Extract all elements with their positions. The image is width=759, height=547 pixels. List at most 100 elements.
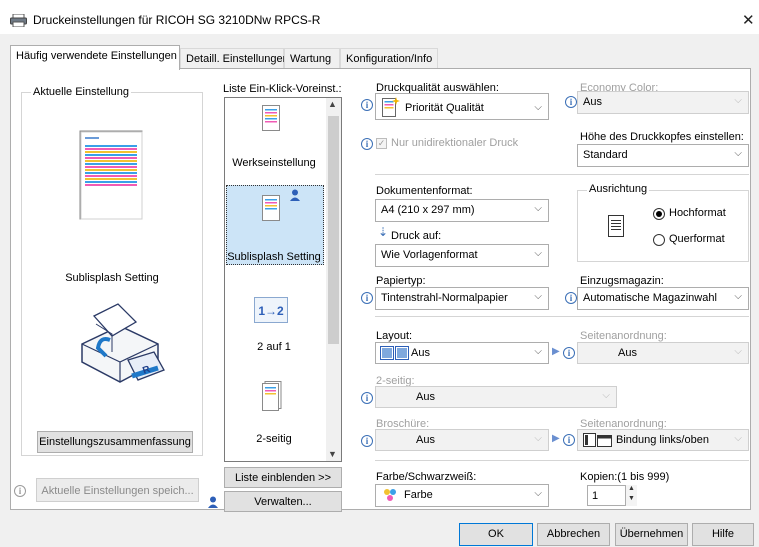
separator: [375, 460, 749, 461]
close-icon[interactable]: ✕: [742, 11, 755, 29]
printer-illustration-icon: R: [81, 303, 165, 383]
list-item-sublisplash[interactable]: Sublisplash Setting: [224, 251, 324, 263]
oneclick-list-label: Liste Ein-Klick-Voreinst.:: [223, 83, 342, 95]
chevron-down-icon: ⌵: [602, 390, 610, 401]
scroll-down-icon[interactable]: ▼: [328, 449, 337, 459]
duplex-select[interactable]: Aus ⌵: [375, 386, 617, 408]
chevron-down-icon: ⌵: [734, 433, 742, 444]
duplex-value: Aus: [416, 391, 435, 403]
tab-wartung[interactable]: Wartung: [284, 48, 340, 69]
save-settings-button[interactable]: Aktuelle Einstellungen speich...: [36, 478, 199, 502]
chevron-down-icon: ⌵: [534, 291, 542, 302]
separator: [375, 174, 749, 175]
werkseinstellung-icon: [262, 105, 280, 131]
doc-format-value: A4 (210 x 297 mm): [381, 204, 475, 216]
info-icon[interactable]: i: [563, 434, 575, 446]
info-icon[interactable]: i: [563, 347, 575, 359]
current-setting-legend: Aktuelle Einstellung: [31, 86, 132, 98]
head-height-value: Standard: [583, 149, 628, 161]
unidirectional-label: Nur unidirektionaler Druck: [391, 137, 519, 149]
summary-button[interactable]: Einstellungszusammenfassung: [37, 431, 193, 453]
color-drops-icon: [384, 489, 396, 501]
print-on-select[interactable]: Wie Vorlagenformat ⌵: [375, 244, 549, 267]
color-label: Farbe/Schwarzweiß:: [376, 471, 477, 483]
info-icon[interactable]: i: [361, 392, 373, 404]
window-title: Druckeinstellungen für RICOH SG 3210DNw …: [33, 13, 321, 27]
arrow-down-icon: ⇣: [378, 225, 389, 239]
ok-button[interactable]: OK: [459, 523, 533, 546]
copies-spin-buttons: ▲ ▼: [625, 485, 637, 506]
chevron-down-icon: ⌵: [534, 488, 542, 499]
layout-select[interactable]: Aus ⌵: [375, 342, 549, 364]
portrait-page-icon: [608, 215, 624, 237]
doc-format-label: Dokumentenformat:: [376, 185, 473, 197]
cancel-button[interactable]: Abbrechen: [537, 523, 610, 546]
printer-icon: [10, 14, 27, 27]
info-icon[interactable]: i: [361, 292, 373, 304]
manage-button[interactable]: Verwalten...: [224, 491, 342, 512]
separator: [375, 316, 749, 317]
info-icon[interactable]: i: [361, 99, 373, 111]
copies-label: Kopien:(1 bis 999): [580, 471, 670, 483]
tray-select[interactable]: Automatische Magazinwahl ⌵: [577, 287, 749, 310]
paper-type-select[interactable]: Tintenstrahl-Normalpapier ⌵: [375, 287, 549, 310]
play-icon: ▶: [552, 433, 560, 444]
info-icon[interactable]: i: [361, 138, 373, 150]
chevron-down-icon: ⌵: [534, 248, 542, 259]
head-height-label: Höhe des Druckkopfes einstellen:: [580, 131, 744, 143]
layout-value: Aus: [411, 347, 430, 359]
unidirectional-checkbox[interactable]: ✓: [376, 138, 387, 149]
show-list-button[interactable]: Liste einblenden >>: [224, 467, 342, 488]
list-item-werkseinstellung[interactable]: Werkseinstellung: [224, 157, 324, 169]
chevron-down-icon: ⌵: [534, 203, 542, 214]
portrait-radio[interactable]: [653, 208, 665, 220]
booklet-select[interactable]: Aus ⌵: [375, 429, 549, 451]
doc-format-select[interactable]: A4 (210 x 297 mm) ⌵: [375, 199, 549, 222]
color-select[interactable]: Farbe ⌵: [375, 484, 549, 507]
orientation-legend: Ausrichtung: [587, 183, 650, 195]
binding-icon: [583, 433, 612, 447]
current-preset-name: Sublisplash Setting: [65, 272, 159, 284]
economy-select[interactable]: Aus ⌵: [577, 91, 749, 114]
oneclick-listbox[interactable]: [224, 97, 342, 462]
layout-label: Layout:: [376, 330, 413, 342]
print-on-value: Wie Vorlagenformat: [381, 249, 478, 261]
spin-down-icon[interactable]: ▼: [628, 495, 635, 502]
apply-button[interactable]: Übernehmen: [615, 523, 688, 546]
paper-type-label: Papiertyp:: [376, 275, 426, 287]
info-icon[interactable]: i: [565, 96, 577, 108]
info-icon[interactable]: i: [361, 435, 373, 447]
scroll-up-icon[interactable]: ▲: [328, 99, 337, 109]
chevron-down-icon: ⌵: [534, 433, 542, 444]
info-icon: i: [14, 485, 26, 497]
document-preview-icon: [79, 130, 143, 220]
booklet-value: Aus: [416, 434, 435, 446]
chevron-down-icon: ⌵: [534, 102, 542, 113]
duplex-icon: [262, 381, 282, 411]
two-in-one-icon: 1→2: [254, 297, 288, 323]
chevron-down-icon: ⌵: [534, 346, 542, 357]
chevron-down-icon: ⌵: [734, 291, 742, 302]
help-button[interactable]: Hilfe: [692, 523, 754, 546]
list-item-2auf1[interactable]: 2 auf 1: [224, 341, 324, 353]
tab-haeufig[interactable]: Häufig verwendete Einstellungen: [10, 45, 180, 70]
tab-konfiguration[interactable]: Konfiguration/Info: [340, 48, 438, 69]
spin-up-icon[interactable]: ▲: [628, 485, 635, 492]
scroll-thumb[interactable]: [328, 116, 339, 344]
page-order-select[interactable]: Aus ⌵: [577, 342, 749, 364]
page-order2-select[interactable]: Bindung links/oben ⌵: [577, 429, 749, 451]
portrait-label: Hochformat: [669, 207, 726, 219]
info-icon[interactable]: i: [565, 292, 577, 304]
head-height-select[interactable]: Standard ⌵: [577, 144, 749, 167]
layout-pages-icon: [380, 346, 409, 360]
copies-value: 1: [592, 490, 599, 502]
landscape-radio[interactable]: [653, 234, 665, 246]
user-icon: [208, 496, 218, 508]
page-order2-value: Bindung links/oben: [616, 434, 709, 446]
list-item-2seitig[interactable]: 2-seitig: [224, 433, 324, 445]
page-order-label: Seitenanordnung:: [580, 330, 667, 342]
tray-value: Automatische Magazinwahl: [583, 292, 717, 304]
play-icon: ▶: [552, 346, 560, 357]
quality-select[interactable]: Priorität Qualität ⌵: [375, 93, 549, 120]
tab-detaill[interactable]: Detaill. Einstellungen: [180, 48, 289, 69]
